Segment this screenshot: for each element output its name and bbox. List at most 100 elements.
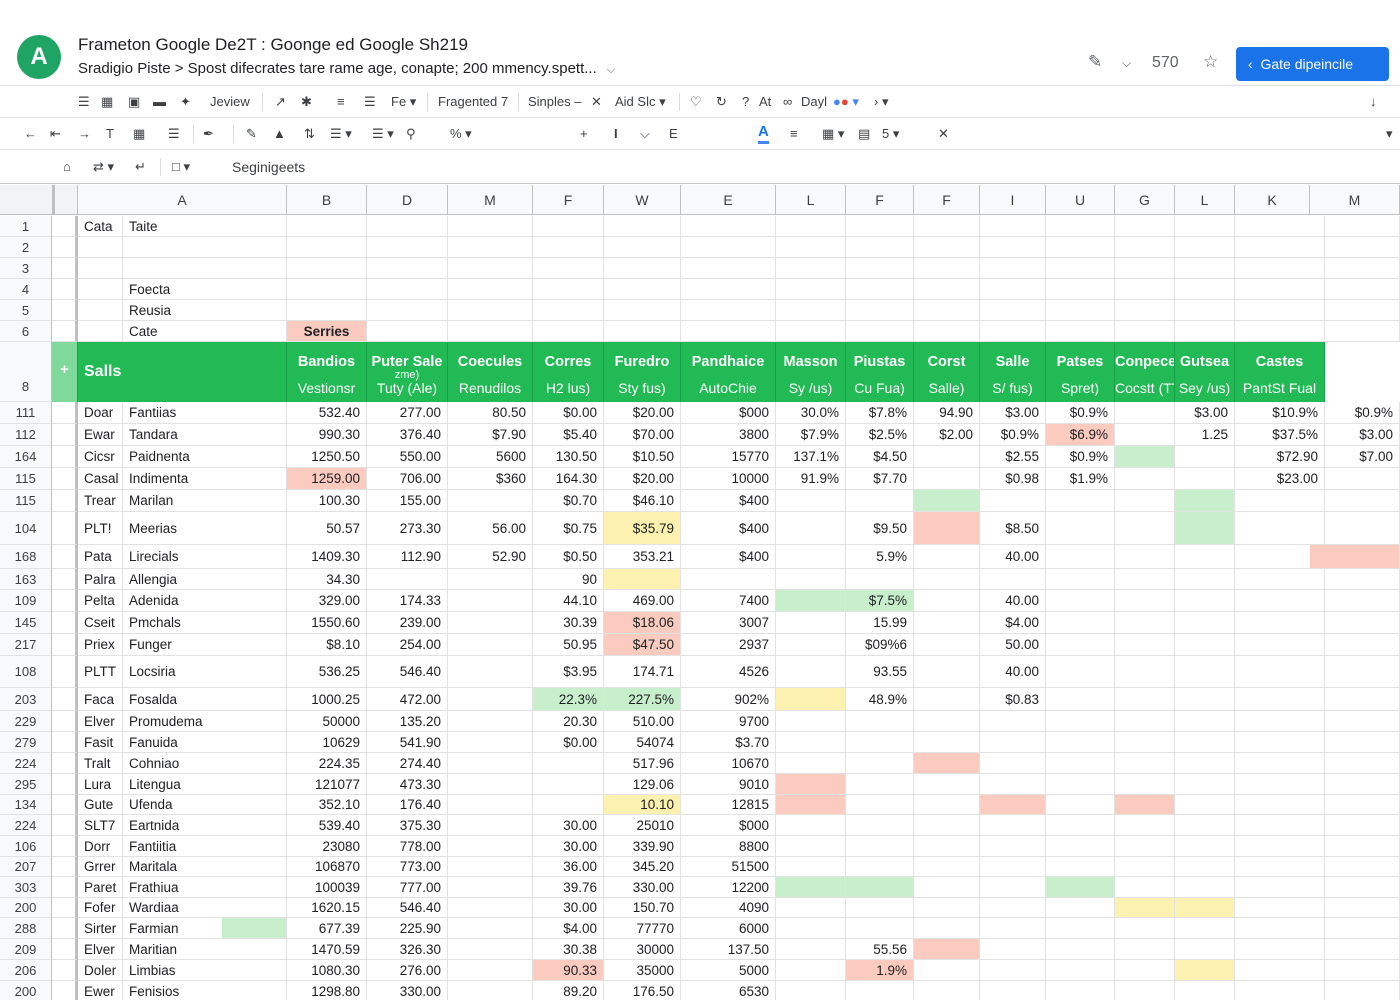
table-cell[interactable] <box>1115 512 1175 545</box>
table-cell[interactable] <box>448 795 533 815</box>
table-cell[interactable] <box>1046 836 1115 857</box>
sort-icon[interactable]: ⇅ <box>304 126 315 142</box>
table-cell[interactable] <box>1175 468 1235 490</box>
table-cell[interactable]: 80.50 <box>448 402 533 424</box>
cell-b[interactable]: Eartnida <box>123 815 287 836</box>
help-icon[interactable]: ? <box>742 94 749 110</box>
column-header[interactable]: B <box>287 185 367 215</box>
cell[interactable] <box>287 279 367 300</box>
bullets-icon[interactable]: ☰ ▾ <box>330 126 352 142</box>
table-cell[interactable]: 100.30 <box>287 490 367 512</box>
table-cell[interactable] <box>1310 815 1400 836</box>
eraser-icon[interactable]: ▲ <box>273 126 286 142</box>
table-cell[interactable]: 55.56 <box>846 939 914 960</box>
table-cell[interactable] <box>776 960 846 981</box>
table-cell[interactable]: 174.33 <box>367 590 448 612</box>
table-cell[interactable] <box>846 857 914 877</box>
cell-a[interactable] <box>78 279 123 300</box>
table-cell[interactable] <box>914 545 980 569</box>
cell-b[interactable]: Fantiias <box>123 402 287 424</box>
table-cell[interactable] <box>776 877 846 898</box>
table-cell[interactable]: $2.5% <box>846 424 914 446</box>
table-cell[interactable]: 174.71 <box>604 656 681 688</box>
table-cell[interactable]: 1298.80 <box>287 981 367 1000</box>
cell[interactable] <box>681 216 776 237</box>
table-cell[interactable]: 51500 <box>681 857 776 877</box>
table-cell[interactable] <box>776 656 846 688</box>
cell[interactable] <box>776 300 846 321</box>
table-cell[interactable] <box>1115 918 1175 939</box>
back-icon[interactable]: ↵ <box>135 159 146 175</box>
table-cell[interactable]: 50.00 <box>980 634 1046 656</box>
row-header[interactable]: 279 <box>0 732 52 753</box>
cell[interactable] <box>1310 258 1400 279</box>
table-cell[interactable] <box>1046 774 1115 795</box>
table-cell[interactable] <box>448 960 533 981</box>
cell-a[interactable]: Elver <box>78 939 123 960</box>
table-cell[interactable] <box>1175 656 1235 688</box>
table-cell[interactable]: 1550.60 <box>287 612 367 634</box>
cell-b[interactable]: Foecta <box>123 279 287 300</box>
table-cell[interactable] <box>448 898 533 918</box>
redo-icon[interactable]: → <box>78 126 91 142</box>
cell[interactable] <box>846 279 914 300</box>
table-cell[interactable] <box>1046 612 1115 634</box>
table-cell[interactable] <box>448 490 533 512</box>
table-cell[interactable]: $7.9% <box>776 424 846 446</box>
cell[interactable] <box>846 300 914 321</box>
cell[interactable] <box>533 258 604 279</box>
cell-b[interactable]: Marilan <box>123 490 287 512</box>
table-cell[interactable]: $8.10 <box>287 634 367 656</box>
table-cell[interactable]: 176.40 <box>367 795 448 815</box>
cell[interactable] <box>604 321 681 342</box>
table-cell[interactable] <box>1115 939 1175 960</box>
cell-b[interactable] <box>123 237 287 258</box>
cell[interactable] <box>604 216 681 237</box>
table-cell[interactable]: $0.70 <box>533 490 604 512</box>
cell[interactable] <box>980 321 1046 342</box>
table-cell[interactable] <box>1175 815 1235 836</box>
cell[interactable] <box>846 321 914 342</box>
cell[interactable] <box>776 258 846 279</box>
table-cell[interactable]: $3.95 <box>533 656 604 688</box>
table-cell[interactable] <box>448 634 533 656</box>
cell[interactable] <box>367 279 448 300</box>
table-cell[interactable] <box>980 490 1046 512</box>
table-cell[interactable] <box>1175 795 1235 815</box>
cell-b[interactable]: Fanuida <box>123 732 287 753</box>
table-cell[interactable]: 330.00 <box>604 877 681 898</box>
table-cell[interactable]: 1470.59 <box>287 939 367 960</box>
table-cell[interactable]: 10670 <box>681 753 776 774</box>
table-cell[interactable]: 4526 <box>681 656 776 688</box>
heart-icon[interactable]: ♡ <box>690 94 702 110</box>
table-cell[interactable]: 517.96 <box>604 753 681 774</box>
table-cell[interactable]: 150.70 <box>604 898 681 918</box>
table-cell[interactable] <box>846 836 914 857</box>
table-cell[interactable]: 155.00 <box>367 490 448 512</box>
table-cell[interactable]: 3007 <box>681 612 776 634</box>
cell-b[interactable]: Lirecials <box>123 545 287 569</box>
share-button[interactable]: ‹ Gate dipeincile <box>1236 47 1389 81</box>
table-cell[interactable] <box>448 711 533 732</box>
list-dropdown-icon[interactable]: ☰ ▾ <box>372 126 394 142</box>
table-cell[interactable] <box>1175 711 1235 732</box>
table-cell[interactable] <box>776 857 846 877</box>
column-header[interactable]: F <box>533 185 604 215</box>
table-cell[interactable] <box>914 711 980 732</box>
table-cell[interactable] <box>846 981 914 1000</box>
table-cell[interactable] <box>1046 795 1115 815</box>
table-cell[interactable] <box>1115 468 1175 490</box>
table-cell[interactable] <box>1115 612 1175 634</box>
row-header[interactable]: 164 <box>0 446 52 468</box>
row-header[interactable]: 224 <box>0 815 52 836</box>
breadcrumb[interactable]: Sradigio Piste > Spost difecrates tare r… <box>78 60 615 77</box>
cell[interactable] <box>1310 279 1400 300</box>
table-cell[interactable]: $2.55 <box>980 446 1046 468</box>
table-cell[interactable] <box>1115 981 1175 1000</box>
table-cell[interactable]: 5600 <box>448 446 533 468</box>
add-icon[interactable]: + <box>580 126 588 142</box>
table-cell[interactable] <box>980 815 1046 836</box>
cell-a[interactable]: Faca <box>78 688 123 711</box>
table-cell[interactable] <box>914 939 980 960</box>
table-cell[interactable] <box>1310 795 1400 815</box>
